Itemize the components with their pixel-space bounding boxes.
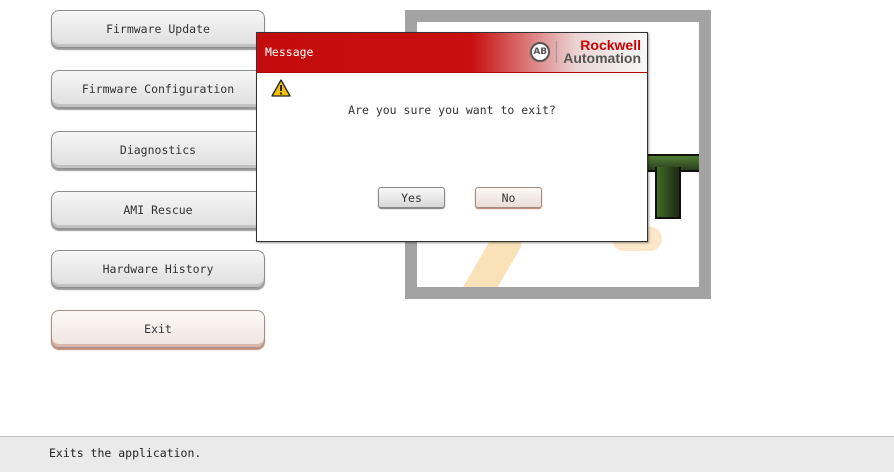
firmware-update-label: Firmware Update bbox=[106, 22, 210, 36]
allen-bradley-badge-icon: AB bbox=[530, 42, 551, 62]
dialog-title: Message bbox=[265, 45, 314, 59]
hardware-history-button[interactable]: Hardware History bbox=[51, 250, 265, 288]
firmware-configuration-button[interactable]: Firmware Configuration bbox=[51, 70, 265, 108]
status-bar: Exits the application. bbox=[0, 436, 894, 472]
no-button-label: No bbox=[501, 190, 516, 205]
rockwell-automation-logo: AB Rockwell Automation bbox=[530, 38, 641, 66]
logo-divider bbox=[556, 41, 558, 63]
diagnostics-label: Diagnostics bbox=[119, 143, 197, 157]
logo-graphic-stem bbox=[655, 167, 681, 219]
exit-label: Exit bbox=[144, 322, 172, 336]
dialog-message: Are you sure you want to exit? bbox=[348, 103, 556, 117]
dialog-title-bar: Message AB Rockwell Automation bbox=[257, 33, 647, 73]
yes-button[interactable]: Yes bbox=[378, 187, 445, 208]
yes-button-label: Yes bbox=[401, 190, 422, 205]
status-text: Exits the application. bbox=[49, 446, 202, 460]
ami-rescue-button[interactable]: AMI Rescue bbox=[51, 191, 265, 229]
allen-bradley-badge-text: AB bbox=[533, 47, 548, 57]
hardware-history-label: Hardware History bbox=[102, 262, 214, 276]
firmware-configuration-label: Firmware Configuration bbox=[81, 82, 235, 96]
exit-confirm-dialog: Message AB Rockwell Automation Are you s… bbox=[256, 32, 648, 242]
diagnostics-button[interactable]: Diagnostics bbox=[51, 131, 265, 169]
logo-automation-text: Automation bbox=[563, 50, 641, 66]
firmware-update-button[interactable]: Firmware Update bbox=[51, 10, 265, 48]
no-button[interactable]: No bbox=[475, 187, 542, 208]
logo-wordmark: Rockwell Automation bbox=[563, 38, 641, 66]
exit-button[interactable]: Exit bbox=[51, 310, 265, 348]
ami-rescue-label: AMI Rescue bbox=[123, 203, 193, 217]
warning-icon bbox=[271, 79, 291, 100]
